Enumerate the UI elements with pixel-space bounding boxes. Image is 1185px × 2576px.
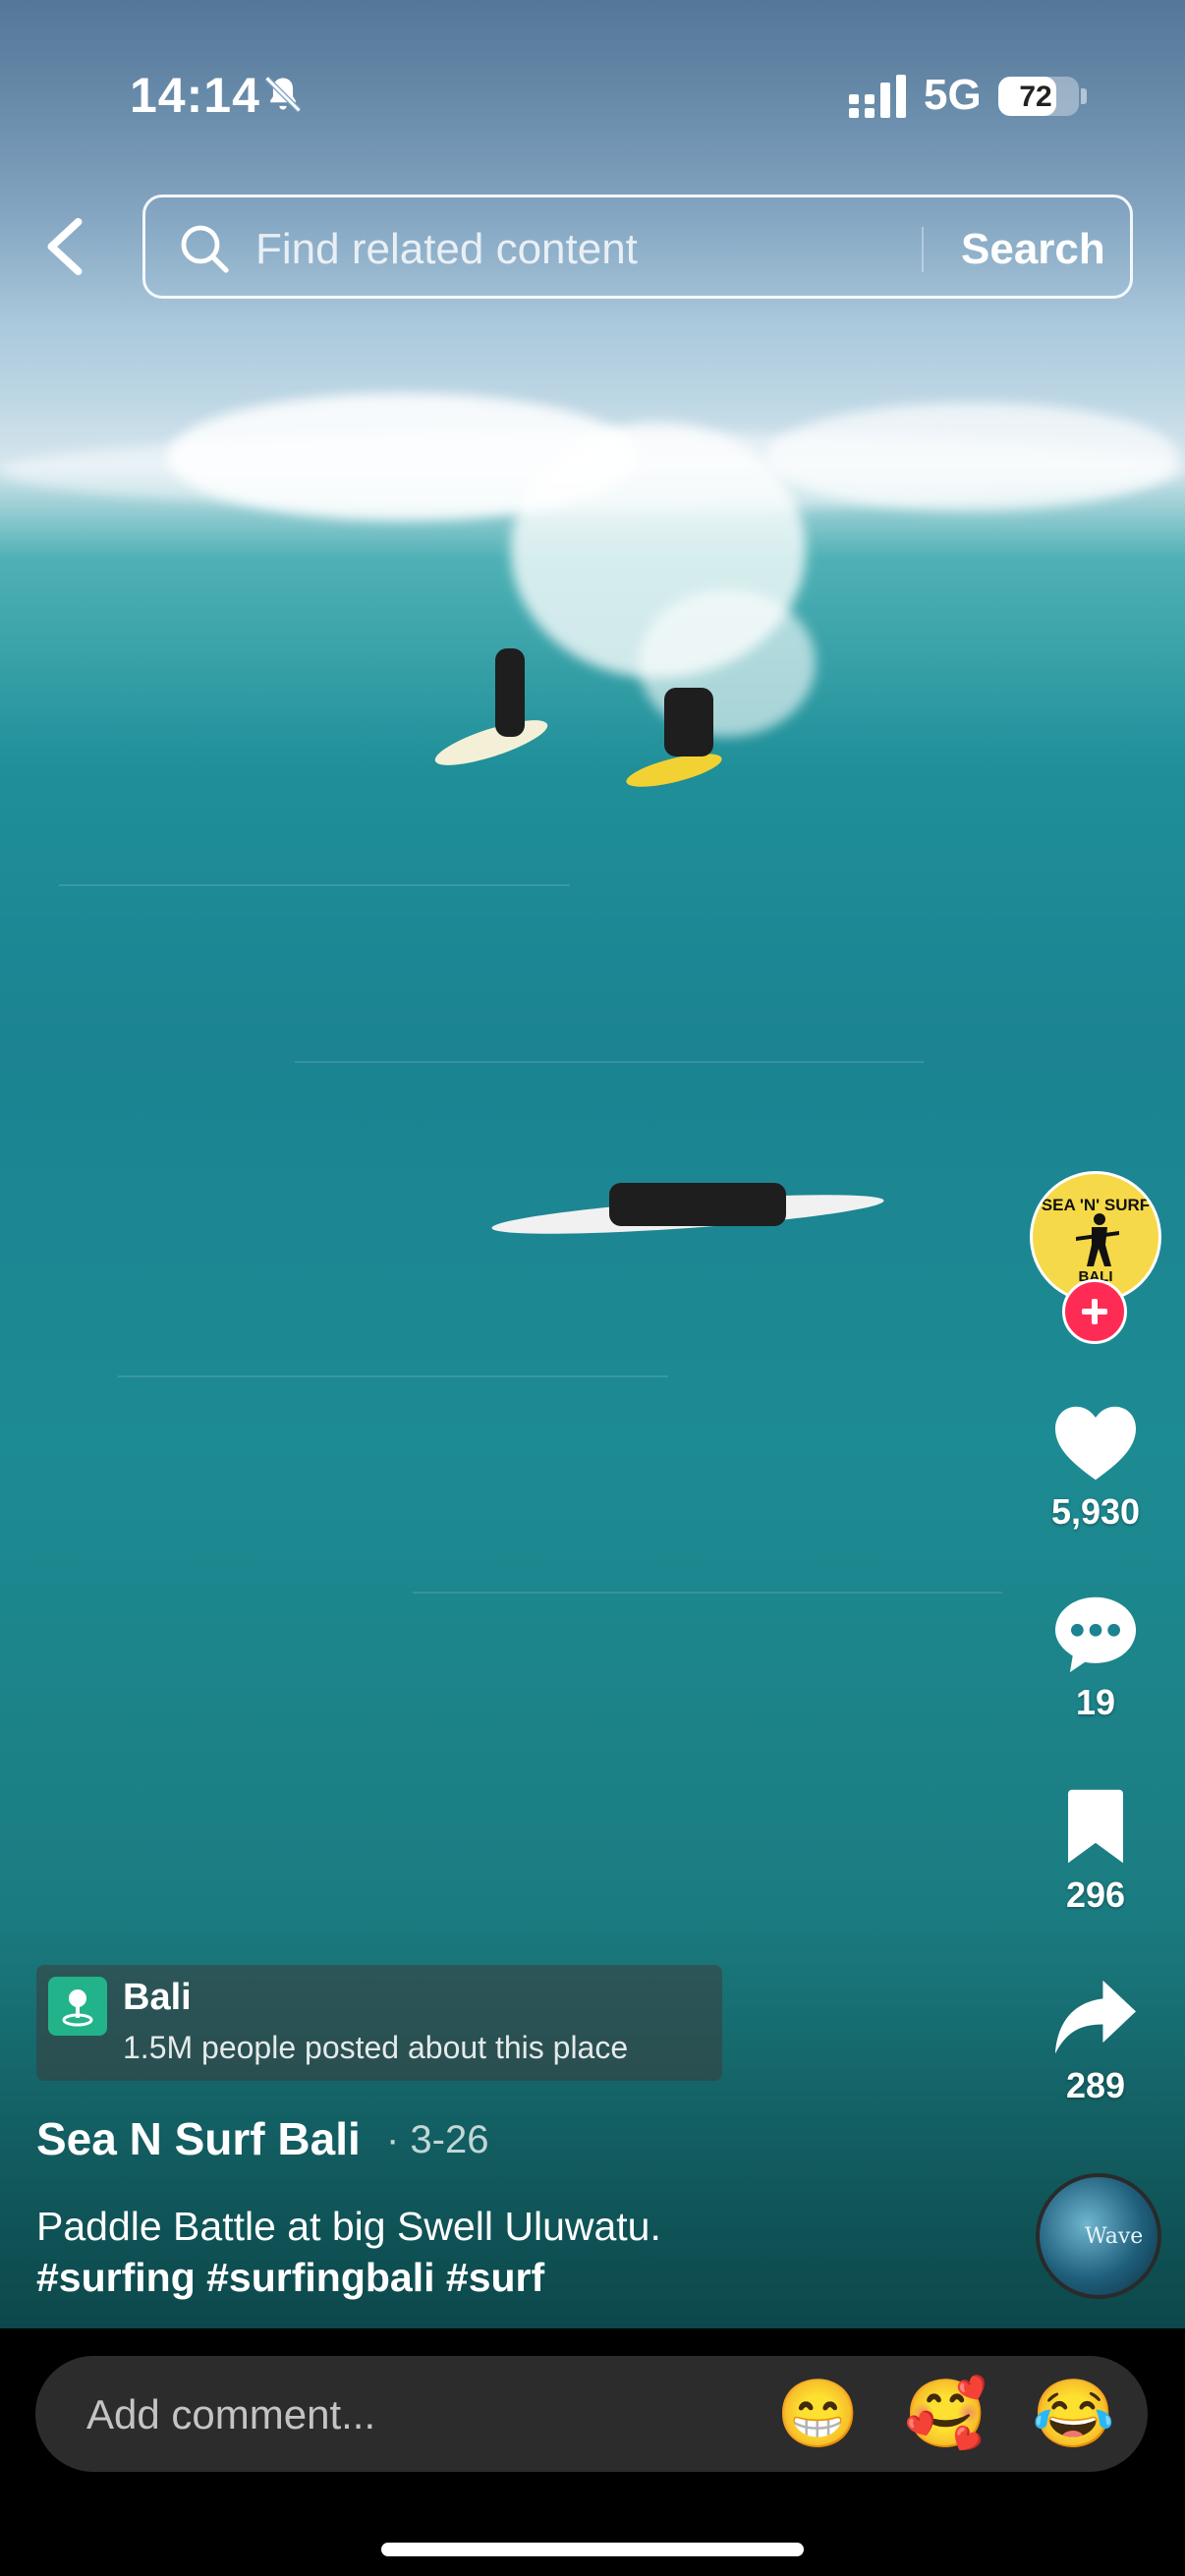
heart-icon bbox=[1055, 1406, 1136, 1481]
water-ripple bbox=[118, 1375, 668, 1377]
share-arrow-icon bbox=[1055, 1980, 1136, 2054]
surfboard bbox=[430, 711, 552, 774]
water-ripple bbox=[413, 1592, 1002, 1594]
surfer bbox=[664, 688, 713, 756]
water-ripple bbox=[295, 1061, 924, 1063]
post-date: · 3-26 bbox=[386, 2118, 489, 2161]
search-bar[interactable]: Find related content Search bbox=[142, 195, 1133, 299]
water-ripple bbox=[59, 884, 570, 886]
share-count: 289 bbox=[1065, 2065, 1126, 2105]
battery-indicator: 72 bbox=[998, 77, 1079, 116]
emoji-laugh-button[interactable]: 😂 bbox=[1032, 2380, 1115, 2448]
home-indicator[interactable] bbox=[381, 2543, 804, 2556]
plus-icon bbox=[1082, 1299, 1107, 1324]
status-time: 14:14 bbox=[130, 68, 260, 123]
back-arrow-icon[interactable] bbox=[39, 216, 90, 277]
music-disc-label: Wave bbox=[1085, 2224, 1144, 2249]
save-button[interactable]: 296 bbox=[1022, 1786, 1169, 1916]
caption-text: Paddle Battle at big Swell Uluwatu. bbox=[36, 2204, 661, 2249]
save-count: 296 bbox=[1065, 1875, 1126, 1915]
surfer-logo-icon bbox=[1076, 1213, 1119, 1266]
location-name: Bali bbox=[123, 1977, 192, 2018]
post-caption: Paddle Battle at big Swell Uluwatu. #sur… bbox=[36, 2201, 661, 2303]
search-input[interactable]: Find related content bbox=[255, 225, 638, 274]
surfer bbox=[495, 648, 525, 737]
emoji-grin-button[interactable]: 😁 bbox=[776, 2380, 860, 2448]
comment-icon bbox=[1055, 1596, 1136, 1673]
comment-button[interactable]: 19 bbox=[1022, 1594, 1169, 1723]
search-button[interactable]: Search bbox=[961, 225, 1105, 274]
like-count: 5,930 bbox=[1050, 1491, 1141, 1532]
follow-button[interactable] bbox=[1062, 1279, 1127, 1344]
author-name[interactable]: Sea N Surf Bali bbox=[36, 2112, 361, 2165]
location-pin-icon bbox=[48, 1977, 107, 2036]
location-chip[interactable]: Bali 1.5M people posted about this place bbox=[36, 1965, 722, 2081]
surfer bbox=[609, 1183, 786, 1226]
status-bar: 14:14 5G 72 bbox=[0, 0, 1185, 187]
hashtags[interactable]: #surfing #surfingbali #surf bbox=[36, 2252, 661, 2303]
location-subtitle: 1.5M people posted about this place bbox=[123, 2030, 629, 2065]
bottom-bar: Add comment... 😁 🥰 😂 bbox=[0, 2328, 1185, 2576]
bookmark-icon bbox=[1068, 1789, 1123, 1864]
comment-placeholder: Add comment... bbox=[86, 2391, 376, 2437]
network-type: 5G bbox=[924, 71, 982, 119]
comment-input[interactable]: Add comment... 😁 🥰 😂 bbox=[35, 2356, 1148, 2472]
like-button[interactable]: 5,930 bbox=[1022, 1403, 1169, 1533]
music-disc[interactable]: Wave bbox=[1036, 2173, 1161, 2299]
search-icon bbox=[181, 225, 229, 273]
emoji-hearts-button[interactable]: 🥰 bbox=[904, 2380, 988, 2448]
signal-icon bbox=[849, 75, 906, 118]
search-divider bbox=[922, 227, 924, 272]
comment-count: 19 bbox=[1075, 1682, 1116, 1722]
wave-foam bbox=[766, 403, 1179, 511]
battery-tip bbox=[1081, 88, 1087, 104]
bell-off-icon bbox=[264, 76, 302, 113]
share-button[interactable]: 289 bbox=[1022, 1977, 1169, 2106]
battery-percent: 72 bbox=[1019, 81, 1052, 113]
